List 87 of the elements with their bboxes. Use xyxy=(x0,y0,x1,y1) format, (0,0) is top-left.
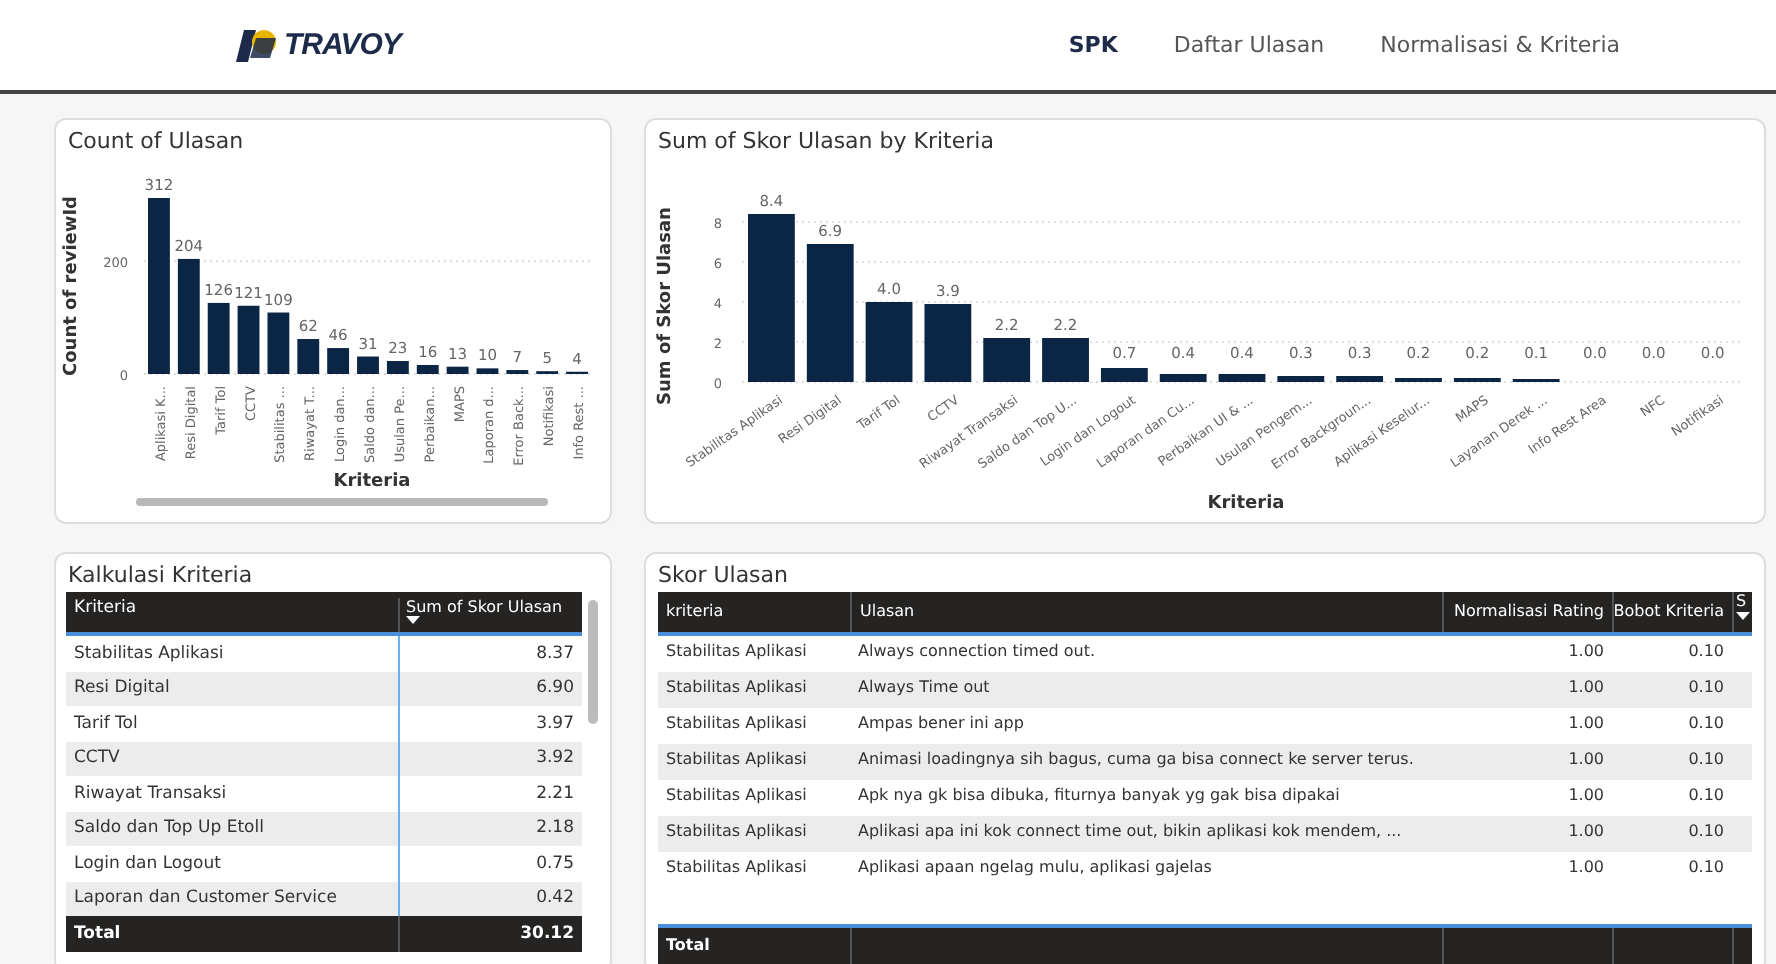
bar xyxy=(267,312,290,374)
sort-icon[interactable] xyxy=(406,616,420,624)
table-cell: 2.18 xyxy=(398,811,582,846)
table-cell-text: 0.10 xyxy=(1686,712,1726,736)
x-axis-title: Kriteria xyxy=(333,472,411,492)
table-cell-text: 0.10 xyxy=(1686,748,1726,772)
bar xyxy=(924,304,972,382)
table-cell-text: Animasi loadingnya sih bagus, cuma ga bisa connect ke server terus. xyxy=(856,748,1416,772)
chart-title: Count of Ulasan xyxy=(66,126,246,158)
table-cell-text: 1.00 xyxy=(1566,748,1606,772)
bar xyxy=(386,361,409,374)
table-cell-text: 1.00 xyxy=(1566,676,1606,700)
table-cell-text: 1.00 xyxy=(1566,784,1606,808)
table-cell-text: Laporan dan Customer Service xyxy=(72,888,339,909)
table-cell-text: Always connection timed out. xyxy=(856,640,1098,664)
table-cell-text: 1.00 xyxy=(1566,856,1606,880)
scrollbar[interactable] xyxy=(136,498,548,506)
bar xyxy=(1336,376,1384,382)
logo-text: TRAVOY xyxy=(284,28,401,62)
table-cell-text: Stabilitas Aplikasi xyxy=(664,856,809,880)
table-cell-text: CCTV xyxy=(72,748,122,769)
bar xyxy=(806,244,854,382)
table-cell-text: Aplikasi apa ini kok connect time out, bikin aplikasi kok mendem, ... xyxy=(856,820,1404,844)
column-header[interactable]: Sum of Skor Ulasan xyxy=(398,598,582,632)
table-cell-text: Saldo dan Top Up Etoll xyxy=(72,818,266,839)
y-axis-title: Sum of Skor Ulasan xyxy=(656,207,676,405)
nav-tab[interactable]: Normalisasi & Kriteria xyxy=(1364,24,1636,66)
bar xyxy=(983,338,1031,382)
x-axis-title: Kriteria xyxy=(1207,494,1285,514)
y-axis-title: Count of reviewId xyxy=(62,196,82,376)
table-cell-text: 0.10 xyxy=(1686,640,1726,664)
table-cell-text: Ampas bener ini app xyxy=(856,712,1026,736)
table-cell-text: Stabilitas Aplikasi xyxy=(664,640,809,664)
total-value: 30.12 xyxy=(398,916,582,952)
table-cell-text: Stabilitas Aplikasi xyxy=(664,712,809,736)
table-cell-text: Stabilitas Aplikasi xyxy=(664,784,809,808)
table-cell-text: 0.10 xyxy=(1686,676,1726,700)
table-cell-text: Stabilitas Aplikasi xyxy=(664,820,809,844)
nav-tab[interactable]: Daftar Ulasan xyxy=(1157,24,1341,66)
table-cell-text: 1.00 xyxy=(1566,712,1606,736)
bar xyxy=(1042,338,1089,382)
bar xyxy=(446,366,469,374)
bar xyxy=(1100,368,1148,382)
bar xyxy=(237,305,260,374)
total-label: Total xyxy=(664,933,712,958)
table-cell-text: Stabilitas Aplikasi xyxy=(72,643,226,664)
nav-tab[interactable]: SPK xyxy=(1052,24,1134,66)
sort-icon[interactable] xyxy=(1736,612,1750,621)
table-cell-text: 0.10 xyxy=(1686,820,1726,844)
bar xyxy=(1218,374,1266,382)
table-cell-text: Login dan Logout xyxy=(72,853,223,874)
column-header[interactable]: kriteria xyxy=(658,592,850,632)
table-cell-text: 1.00 xyxy=(1566,820,1606,844)
bar xyxy=(207,302,230,374)
table-cell-text: Apk nya gk bisa dibuka, fiturnya banyak yg gak bisa dipakai xyxy=(856,784,1342,808)
table-cell-text: Always Time out xyxy=(856,676,992,700)
table-title: Kalkulasi Kriteria xyxy=(66,560,255,592)
table-cell-text: 1.00 xyxy=(1566,640,1606,664)
table-cell: 3.92 xyxy=(398,741,582,776)
table-cell-text: Aplikasi apaan ngelag mulu, aplikasi gajelas xyxy=(856,856,1214,880)
table-cell-text: Tarif Tol xyxy=(72,713,140,734)
chart-title: Sum of Skor Ulasan by Kriteria xyxy=(656,126,996,158)
bar xyxy=(357,356,379,374)
column-header[interactable]: Bobot Kriteria xyxy=(1612,592,1732,632)
column-header[interactable]: Ulasan xyxy=(850,592,1442,632)
bar xyxy=(865,302,913,382)
bar xyxy=(1277,376,1325,382)
bar xyxy=(416,364,439,374)
bar xyxy=(1159,374,1207,382)
table-cell-text: 0.10 xyxy=(1686,784,1726,808)
logo-icon xyxy=(232,25,280,65)
scrollbar[interactable] xyxy=(588,600,598,724)
table-title: Skor Ulasan xyxy=(656,560,791,592)
bar xyxy=(177,258,200,374)
bar xyxy=(476,368,499,374)
table-cell-text: 0.10 xyxy=(1686,856,1726,880)
column-header[interactable]: Normalisasi Rating xyxy=(1442,592,1612,632)
column-header[interactable]: Kriteria xyxy=(66,598,398,618)
total-label: Total xyxy=(72,924,123,944)
table-cell-text: Resi Digital xyxy=(72,678,172,699)
table-cell: 6.90 xyxy=(398,671,582,706)
table-cell-text: Stabilitas Aplikasi xyxy=(664,748,809,772)
table-cell-text: Stabilitas Aplikasi xyxy=(664,676,809,700)
column-header[interactable]: S xyxy=(1732,592,1752,632)
table-cell-text: Riwayat Transaksi xyxy=(72,783,229,804)
bar xyxy=(327,348,350,374)
bar xyxy=(297,339,320,374)
